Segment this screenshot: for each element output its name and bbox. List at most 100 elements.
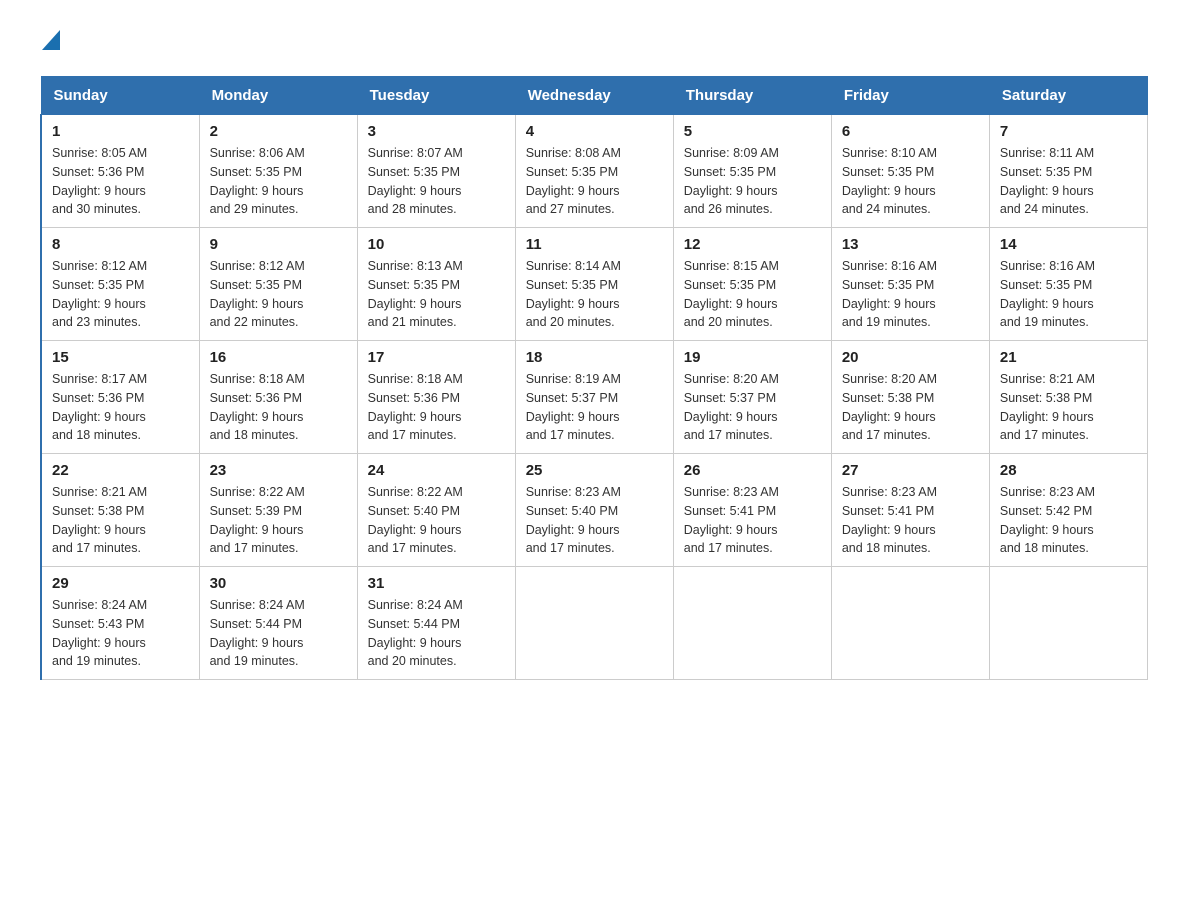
day-number: 13 — [842, 236, 979, 253]
day-number: 5 — [684, 123, 821, 140]
calendar-cell: 16 Sunrise: 8:18 AM Sunset: 5:36 PM Dayl… — [199, 341, 357, 454]
calendar-cell: 13 Sunrise: 8:16 AM Sunset: 5:35 PM Dayl… — [831, 228, 989, 341]
calendar-cell: 4 Sunrise: 8:08 AM Sunset: 5:35 PM Dayli… — [515, 115, 673, 228]
day-number: 19 — [684, 349, 821, 366]
weekday-header-thursday: Thursday — [673, 77, 831, 115]
day-info: Sunrise: 8:23 AM Sunset: 5:40 PM Dayligh… — [526, 483, 663, 558]
day-info: Sunrise: 8:08 AM Sunset: 5:35 PM Dayligh… — [526, 144, 663, 219]
day-number: 27 — [842, 462, 979, 479]
calendar-week-row: 1 Sunrise: 8:05 AM Sunset: 5:36 PM Dayli… — [41, 115, 1148, 228]
day-info: Sunrise: 8:23 AM Sunset: 5:41 PM Dayligh… — [684, 483, 821, 558]
day-info: Sunrise: 8:21 AM Sunset: 5:38 PM Dayligh… — [52, 483, 189, 558]
weekday-header-friday: Friday — [831, 77, 989, 115]
day-info: Sunrise: 8:18 AM Sunset: 5:36 PM Dayligh… — [368, 370, 505, 445]
day-info: Sunrise: 8:05 AM Sunset: 5:36 PM Dayligh… — [52, 144, 189, 219]
calendar-cell: 31 Sunrise: 8:24 AM Sunset: 5:44 PM Dayl… — [357, 567, 515, 680]
day-info: Sunrise: 8:23 AM Sunset: 5:42 PM Dayligh… — [1000, 483, 1137, 558]
weekday-header-monday: Monday — [199, 77, 357, 115]
day-number: 29 — [52, 575, 189, 592]
day-info: Sunrise: 8:10 AM Sunset: 5:35 PM Dayligh… — [842, 144, 979, 219]
calendar-cell: 23 Sunrise: 8:22 AM Sunset: 5:39 PM Dayl… — [199, 454, 357, 567]
day-info: Sunrise: 8:24 AM Sunset: 5:43 PM Dayligh… — [52, 596, 189, 671]
calendar-table: SundayMondayTuesdayWednesdayThursdayFrid… — [40, 76, 1148, 680]
day-info: Sunrise: 8:23 AM Sunset: 5:41 PM Dayligh… — [842, 483, 979, 558]
day-number: 30 — [210, 575, 347, 592]
day-info: Sunrise: 8:17 AM Sunset: 5:36 PM Dayligh… — [52, 370, 189, 445]
calendar-cell: 11 Sunrise: 8:14 AM Sunset: 5:35 PM Dayl… — [515, 228, 673, 341]
calendar-cell: 15 Sunrise: 8:17 AM Sunset: 5:36 PM Dayl… — [41, 341, 199, 454]
day-number: 25 — [526, 462, 663, 479]
calendar-cell: 1 Sunrise: 8:05 AM Sunset: 5:36 PM Dayli… — [41, 115, 199, 228]
day-info: Sunrise: 8:07 AM Sunset: 5:35 PM Dayligh… — [368, 144, 505, 219]
weekday-header-saturday: Saturday — [989, 77, 1147, 115]
day-number: 24 — [368, 462, 505, 479]
day-info: Sunrise: 8:21 AM Sunset: 5:38 PM Dayligh… — [1000, 370, 1137, 445]
day-info: Sunrise: 8:06 AM Sunset: 5:35 PM Dayligh… — [210, 144, 347, 219]
calendar-cell — [989, 567, 1147, 680]
calendar-cell: 6 Sunrise: 8:10 AM Sunset: 5:35 PM Dayli… — [831, 115, 989, 228]
calendar-cell: 29 Sunrise: 8:24 AM Sunset: 5:43 PM Dayl… — [41, 567, 199, 680]
day-number: 7 — [1000, 123, 1137, 140]
day-number: 20 — [842, 349, 979, 366]
weekday-header-wednesday: Wednesday — [515, 77, 673, 115]
day-info: Sunrise: 8:15 AM Sunset: 5:35 PM Dayligh… — [684, 257, 821, 332]
logo — [40, 30, 60, 56]
calendar-cell: 12 Sunrise: 8:15 AM Sunset: 5:35 PM Dayl… — [673, 228, 831, 341]
day-number: 31 — [368, 575, 505, 592]
day-info: Sunrise: 8:22 AM Sunset: 5:39 PM Dayligh… — [210, 483, 347, 558]
weekday-header-sunday: Sunday — [41, 77, 199, 115]
day-number: 4 — [526, 123, 663, 140]
day-number: 9 — [210, 236, 347, 253]
day-number: 1 — [52, 123, 189, 140]
day-info: Sunrise: 8:14 AM Sunset: 5:35 PM Dayligh… — [526, 257, 663, 332]
calendar-cell — [673, 567, 831, 680]
day-number: 15 — [52, 349, 189, 366]
calendar-cell — [831, 567, 989, 680]
day-number: 28 — [1000, 462, 1137, 479]
day-number: 22 — [52, 462, 189, 479]
day-info: Sunrise: 8:20 AM Sunset: 5:38 PM Dayligh… — [842, 370, 979, 445]
calendar-cell: 24 Sunrise: 8:22 AM Sunset: 5:40 PM Dayl… — [357, 454, 515, 567]
calendar-cell: 17 Sunrise: 8:18 AM Sunset: 5:36 PM Dayl… — [357, 341, 515, 454]
day-info: Sunrise: 8:09 AM Sunset: 5:35 PM Dayligh… — [684, 144, 821, 219]
day-info: Sunrise: 8:18 AM Sunset: 5:36 PM Dayligh… — [210, 370, 347, 445]
day-number: 8 — [52, 236, 189, 253]
day-info: Sunrise: 8:12 AM Sunset: 5:35 PM Dayligh… — [210, 257, 347, 332]
day-number: 12 — [684, 236, 821, 253]
day-number: 10 — [368, 236, 505, 253]
calendar-cell: 27 Sunrise: 8:23 AM Sunset: 5:41 PM Dayl… — [831, 454, 989, 567]
day-info: Sunrise: 8:16 AM Sunset: 5:35 PM Dayligh… — [1000, 257, 1137, 332]
day-info: Sunrise: 8:12 AM Sunset: 5:35 PM Dayligh… — [52, 257, 189, 332]
day-number: 3 — [368, 123, 505, 140]
day-info: Sunrise: 8:11 AM Sunset: 5:35 PM Dayligh… — [1000, 144, 1137, 219]
calendar-cell: 30 Sunrise: 8:24 AM Sunset: 5:44 PM Dayl… — [199, 567, 357, 680]
day-number: 14 — [1000, 236, 1137, 253]
calendar-cell: 3 Sunrise: 8:07 AM Sunset: 5:35 PM Dayli… — [357, 115, 515, 228]
day-number: 23 — [210, 462, 347, 479]
day-number: 16 — [210, 349, 347, 366]
weekday-header-row: SundayMondayTuesdayWednesdayThursdayFrid… — [41, 77, 1148, 115]
calendar-cell: 20 Sunrise: 8:20 AM Sunset: 5:38 PM Dayl… — [831, 341, 989, 454]
day-info: Sunrise: 8:13 AM Sunset: 5:35 PM Dayligh… — [368, 257, 505, 332]
calendar-week-row: 15 Sunrise: 8:17 AM Sunset: 5:36 PM Dayl… — [41, 341, 1148, 454]
day-number: 6 — [842, 123, 979, 140]
calendar-week-row: 8 Sunrise: 8:12 AM Sunset: 5:35 PM Dayli… — [41, 228, 1148, 341]
calendar-cell: 19 Sunrise: 8:20 AM Sunset: 5:37 PM Dayl… — [673, 341, 831, 454]
day-number: 17 — [368, 349, 505, 366]
calendar-cell — [515, 567, 673, 680]
calendar-cell: 8 Sunrise: 8:12 AM Sunset: 5:35 PM Dayli… — [41, 228, 199, 341]
calendar-cell: 18 Sunrise: 8:19 AM Sunset: 5:37 PM Dayl… — [515, 341, 673, 454]
day-info: Sunrise: 8:24 AM Sunset: 5:44 PM Dayligh… — [368, 596, 505, 671]
calendar-cell: 9 Sunrise: 8:12 AM Sunset: 5:35 PM Dayli… — [199, 228, 357, 341]
calendar-cell: 5 Sunrise: 8:09 AM Sunset: 5:35 PM Dayli… — [673, 115, 831, 228]
day-number: 18 — [526, 349, 663, 366]
page-header — [40, 30, 1148, 56]
day-number: 21 — [1000, 349, 1137, 366]
day-info: Sunrise: 8:24 AM Sunset: 5:44 PM Dayligh… — [210, 596, 347, 671]
calendar-cell: 14 Sunrise: 8:16 AM Sunset: 5:35 PM Dayl… — [989, 228, 1147, 341]
day-info: Sunrise: 8:16 AM Sunset: 5:35 PM Dayligh… — [842, 257, 979, 332]
calendar-cell: 28 Sunrise: 8:23 AM Sunset: 5:42 PM Dayl… — [989, 454, 1147, 567]
calendar-cell: 22 Sunrise: 8:21 AM Sunset: 5:38 PM Dayl… — [41, 454, 199, 567]
weekday-header-tuesday: Tuesday — [357, 77, 515, 115]
calendar-cell: 2 Sunrise: 8:06 AM Sunset: 5:35 PM Dayli… — [199, 115, 357, 228]
